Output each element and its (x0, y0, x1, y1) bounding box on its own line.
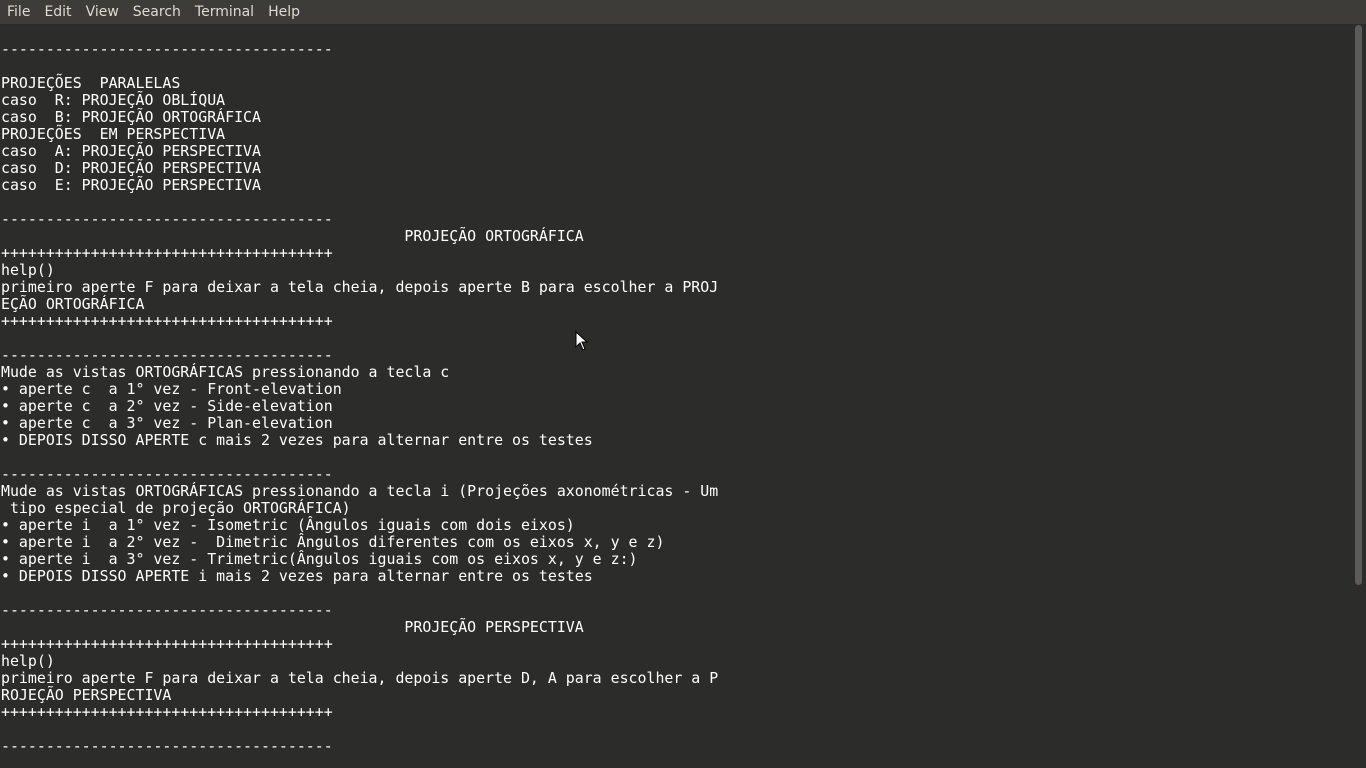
terminal-line: +++++++++++++++++++++++++++++++++++++ (1, 703, 333, 721)
terminal-line: +++++++++++++++++++++++++++++++++++++ (1, 244, 333, 262)
terminal-line: +++++++++++++++++++++++++++++++++++++ (1, 312, 333, 330)
menu-terminal[interactable]: Terminal (188, 0, 261, 24)
menu-view[interactable]: View (79, 0, 126, 24)
terminal-line: EÇÃO ORTOGRÁFICA (1, 295, 145, 313)
terminal-line: ------------------------------------- (1, 210, 333, 228)
terminal-line: • aperte c a 3° vez - Plan-elevation (1, 414, 333, 432)
terminal-line: ROJEÇÃO PERSPECTIVA (1, 686, 172, 704)
terminal-line: PROJEÇÕES PARALELAS (1, 74, 181, 92)
scrollbar-thumb[interactable] (1355, 25, 1362, 585)
terminal-line: help() (1, 261, 55, 279)
mouse-pointer-icon (575, 331, 589, 351)
terminal-line: Mude as vistas ORTOGRÁFICAS pressionando… (1, 482, 719, 500)
terminal-line: tipo especial de projeção ORTOGRÁFICA) (1, 499, 351, 517)
terminal-line: • aperte i a 1° vez - Isometric (Ângulos… (1, 516, 575, 534)
terminal-line: ------------------------------------- (1, 737, 333, 755)
terminal-line: Mude as vistas ORTOGRÁFICAS pressionando… (1, 363, 450, 381)
terminal-line: caso D: PROJEÇÃO PERSPECTIVA (1, 159, 261, 177)
terminal-line: ------------------------------------- (1, 40, 333, 58)
terminal-output[interactable]: ------------------------------------- PRO… (0, 25, 1352, 768)
menu-bar: File Edit View Search Terminal Help (0, 0, 1366, 25)
terminal-line: caso B: PROJEÇÃO ORTOGRÁFICA (1, 108, 261, 126)
terminal-line: caso E: PROJEÇÃO PERSPECTIVA (1, 176, 261, 194)
terminal-line: • aperte i a 3° vez - Trimetric(Ângulos … (1, 550, 638, 568)
menu-file[interactable]: File (0, 0, 37, 24)
terminal-line: ------------------------------------- (1, 346, 333, 364)
terminal-line: • DEPOIS DISSO APERTE i mais 2 vezes par… (1, 567, 593, 585)
terminal-line: • aperte c a 1° vez - Front-elevation (1, 380, 342, 398)
menu-edit[interactable]: Edit (37, 0, 78, 24)
terminal-line: • aperte i a 2° vez - Dimetric Ângulos d… (1, 533, 665, 551)
terminal-line: PROJEÇÕES EM PERSPECTIVA (1, 125, 226, 143)
terminal-line: primeiro aperte F para deixar a tela che… (1, 278, 719, 296)
terminal-line: caso R: PROJEÇÃO OBLÍQUA (1, 91, 226, 109)
terminal-line: PROJEÇÃO ORTOGRÁFICA (1, 227, 584, 245)
terminal-scrollbar[interactable] (1352, 25, 1366, 768)
terminal-line: primeiro aperte F para deixar a tela che… (1, 669, 719, 687)
terminal-line: help() (1, 652, 55, 670)
menu-help[interactable]: Help (261, 0, 307, 24)
terminal-line: ------------------------------------- (1, 465, 333, 483)
menu-search[interactable]: Search (126, 0, 188, 24)
terminal-line: +++++++++++++++++++++++++++++++++++++ (1, 635, 333, 653)
terminal-line: • aperte c a 2° vez - Side-elevation (1, 397, 333, 415)
terminal-line: caso A: PROJEÇÃO PERSPECTIVA (1, 142, 261, 160)
terminal-line: • DEPOIS DISSO APERTE c mais 2 vezes par… (1, 431, 593, 449)
terminal-line: PROJEÇÃO PERSPECTIVA (1, 618, 584, 636)
terminal-line: ------------------------------------- (1, 601, 333, 619)
